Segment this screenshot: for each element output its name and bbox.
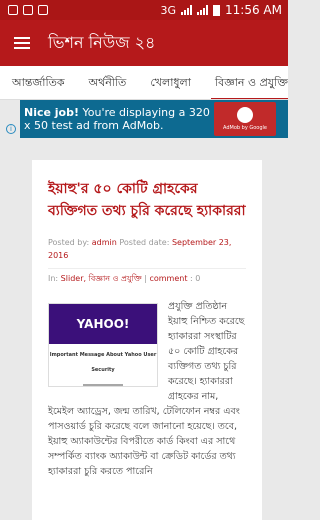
comment-count: : 0 xyxy=(187,274,201,283)
notification-icon xyxy=(8,5,18,15)
meta-categories: In: Slider, বিজ্ঞান ও প্রযুক্তি | commen… xyxy=(48,268,246,285)
notification-icon xyxy=(23,5,33,15)
article-title[interactable]: ইয়াহু'র ৫০ কোটি গ্রাহকের ব্যক্তিগত তথ্য… xyxy=(48,178,246,222)
status-bar: 3G 11:56 AM xyxy=(0,0,288,20)
article-meta: Posted by: admin Posted date: September … xyxy=(48,236,246,285)
ad-banner[interactable]: i Nice job! You're displaying a 320 x 50… xyxy=(6,100,288,138)
notification-icon xyxy=(38,5,48,15)
article-image[interactable]: YAHOO! Important Message About Yahoo Use… xyxy=(48,303,158,387)
meta-posted: Posted by: admin Posted date: September … xyxy=(48,236,246,262)
admob-logo: AdMob by Google xyxy=(214,102,276,136)
ad-text: Nice job! You're displaying a 320 x 50 t… xyxy=(20,106,210,132)
signal-icon xyxy=(197,5,209,15)
app-bar: ভিশন নিউজ ২৪ xyxy=(0,20,288,66)
ad-info-icon[interactable]: i xyxy=(6,124,16,134)
tab-economy[interactable]: অর্থনীতি xyxy=(89,66,127,99)
article-card: ইয়াহু'র ৫০ কোটি গ্রাহকের ব্যক্তিগত তথ্য… xyxy=(32,160,262,520)
tab-international[interactable]: আন্তর্জাতিক xyxy=(12,66,65,99)
ad-bold-text: Nice job! xyxy=(24,106,80,119)
network-type: 3G xyxy=(160,3,177,17)
article-body: YAHOO! Important Message About Yahoo Use… xyxy=(48,299,246,479)
category-tabs: আন্তর্জাতিক অর্থনীতি খেলাধুলা বিজ্ঞান ও … xyxy=(0,66,288,100)
yahoo-logo: YAHOO! xyxy=(49,304,157,344)
author-link[interactable]: admin xyxy=(92,238,117,247)
system-indicators: 3G 11:56 AM xyxy=(161,3,283,17)
posted-date-label: Posted date: xyxy=(116,238,172,247)
battery-icon xyxy=(213,4,221,16)
app-title: ভিশন নিউজ ২৪ xyxy=(48,32,156,52)
comment-link[interactable]: comment xyxy=(149,274,187,283)
posted-by-label: Posted by: xyxy=(48,238,92,247)
admob-icon xyxy=(237,107,253,123)
image-caption: Important Message About Yahoo User Secur… xyxy=(49,352,157,373)
signal-icon xyxy=(181,5,193,15)
tab-sports[interactable]: খেলাধুলা xyxy=(150,66,191,99)
tab-science-technology[interactable]: বিজ্ঞান ও প্রযুক্তি xyxy=(210,66,288,99)
clock: 11:56 AM xyxy=(225,3,282,17)
image-button-shape xyxy=(83,384,123,386)
notification-icons xyxy=(8,5,48,15)
admob-caption: AdMob by Google xyxy=(223,125,267,131)
in-label: In: xyxy=(48,274,61,283)
menu-icon[interactable] xyxy=(14,37,30,49)
category-links[interactable]: Slider, বিজ্ঞান ও প্রযুক্তি xyxy=(61,274,142,283)
